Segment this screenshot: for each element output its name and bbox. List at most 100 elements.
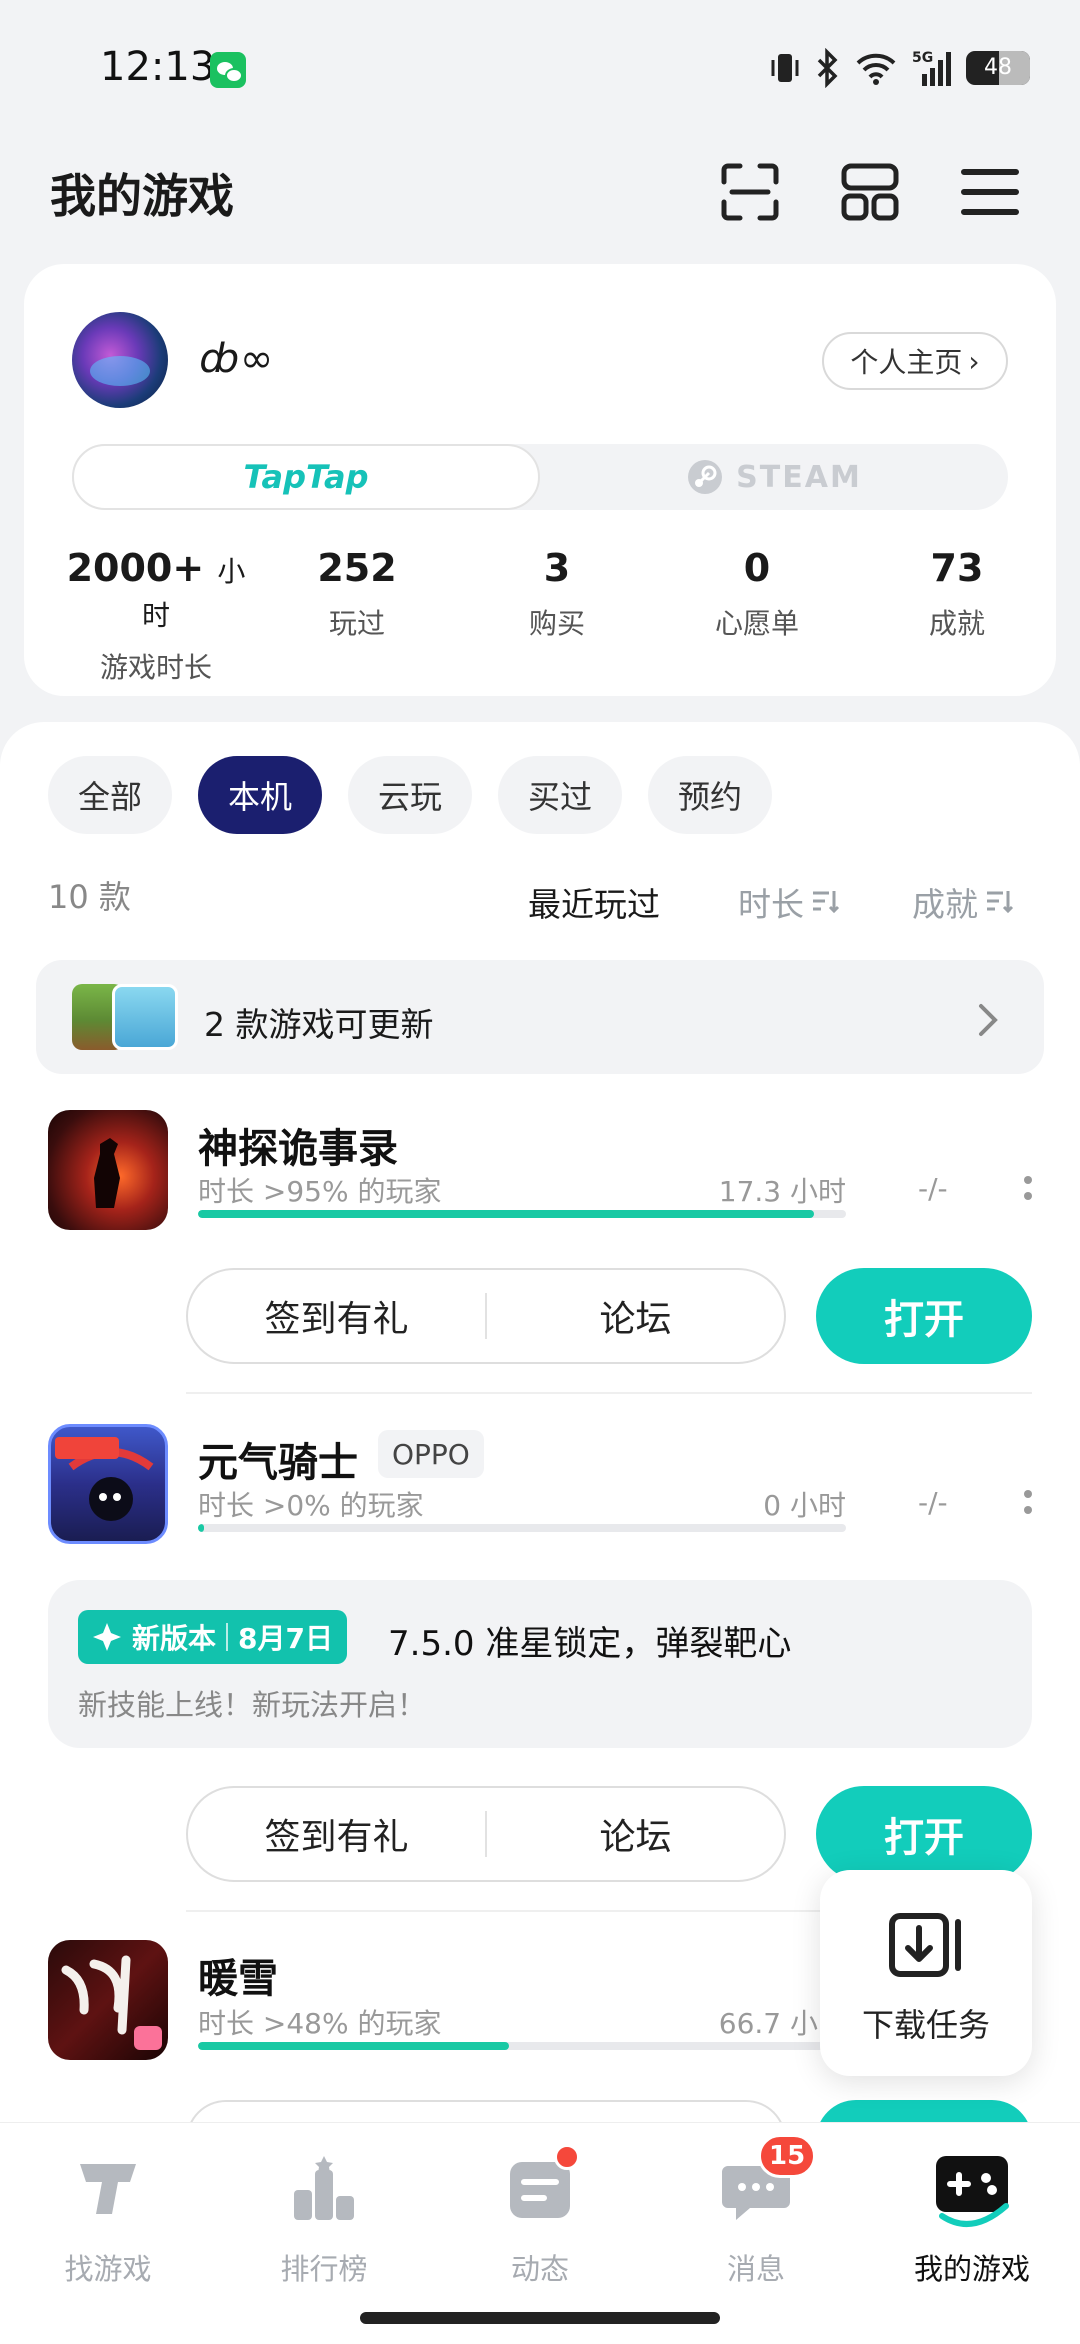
game-playtime-rank: 时长 >0% 的玩家 xyxy=(198,1489,424,1522)
checkin-button[interactable]: 签到有礼 xyxy=(188,1808,485,1860)
stat-value: 0 xyxy=(743,546,771,590)
tab-steam[interactable]: STEAM xyxy=(540,444,1008,510)
sort-duration[interactable]: 时长 xyxy=(738,878,840,926)
nav-my-games[interactable]: 我的游戏 xyxy=(864,2150,1080,2290)
nav-label: 我的游戏 xyxy=(913,2252,1030,2286)
stat-label: 心愿单 xyxy=(714,607,799,640)
nav-label: 排行榜 xyxy=(280,2252,368,2286)
sort-achievement-label: 成就 xyxy=(912,885,978,924)
game-rating: -/- xyxy=(918,1486,948,1519)
stat-label: 购买 xyxy=(528,607,585,640)
filter-local[interactable]: 本机 xyxy=(198,756,323,834)
stat-label: 玩过 xyxy=(328,607,385,640)
battery-icon: 48 xyxy=(966,51,1030,85)
status-icons: 5G 48 xyxy=(770,46,1030,90)
sparkle-icon xyxy=(93,1623,121,1651)
taptap-logo-icon xyxy=(80,2164,136,2214)
detective-figure xyxy=(94,1138,120,1208)
knight-figure xyxy=(55,1437,154,1521)
grid-layout-icon[interactable] xyxy=(838,160,902,224)
game-title[interactable]: 元气骑士 xyxy=(198,1430,358,1488)
filter-cloud[interactable]: 云玩 xyxy=(348,756,473,834)
stat-label: 成就 xyxy=(928,607,985,640)
news-title: 7.5.0 准星锁定，弹裂靶心 xyxy=(388,1624,792,1664)
tab-taptap[interactable]: TapTap xyxy=(72,444,540,510)
filter-all[interactable]: 全部 xyxy=(48,756,173,834)
stat-achievements[interactable]: 73 成就 xyxy=(857,546,1057,642)
game-action-group: 签到有礼 论坛 xyxy=(186,1268,786,1364)
tab-taptap-label: TapTap xyxy=(243,458,369,496)
homepage-label: 个人主页 xyxy=(850,346,963,379)
playtime-progress xyxy=(198,2042,846,2050)
sort-recent[interactable]: 最近玩过 xyxy=(528,878,660,926)
game-playtime-rank: 时长 >48% 的玩家 xyxy=(198,2007,442,2040)
nav-find-games[interactable]: 找游戏 xyxy=(0,2150,216,2290)
scan-icon[interactable] xyxy=(718,160,782,224)
home-indicator[interactable] xyxy=(360,2312,720,2324)
status-time: 12:13 xyxy=(100,44,216,90)
nav-feed[interactable]: 动态 xyxy=(432,2150,648,2290)
stat-value: 2000+ xyxy=(66,546,205,590)
nav-label: 消息 xyxy=(726,2252,785,2286)
sort-achievement[interactable]: 成就 xyxy=(912,878,1014,926)
game-hours: 17.3 小时 xyxy=(718,1175,846,1208)
game-count: 10 款 xyxy=(48,878,131,916)
platform-tag: OPPO xyxy=(378,1430,484,1478)
nav-messages[interactable]: 消息 xyxy=(648,2150,864,2290)
stat-value: 73 xyxy=(930,546,984,590)
stat-value: 3 xyxy=(543,546,571,590)
stat-playtime[interactable]: 2000+ 小时 游戏时长 xyxy=(56,546,256,686)
snow-calligraphy xyxy=(61,1955,162,2050)
stat-wishlist[interactable]: 0 心愿单 xyxy=(657,546,857,642)
news-description: 新技能上线！新玩法开启！ xyxy=(78,1688,427,1722)
battery-level: 48 xyxy=(984,55,1012,80)
nav-label: 找游戏 xyxy=(64,2252,152,2286)
menu-icon[interactable] xyxy=(958,160,1022,224)
stat-label: 游戏时长 xyxy=(99,651,212,684)
game-title[interactable]: 暖雪 xyxy=(198,1946,278,2004)
ranking-icon xyxy=(294,2156,354,2220)
vibrate-icon xyxy=(771,54,799,82)
gamepad-icon xyxy=(936,2156,1009,2227)
divider xyxy=(186,1392,1032,1394)
updates-banner[interactable] xyxy=(36,960,1044,1074)
chevron-right-icon: › xyxy=(968,344,980,378)
tab-steam-label: STEAM xyxy=(736,459,862,495)
signal-5g-icon: 5G xyxy=(912,50,951,86)
game-icon[interactable] xyxy=(48,1110,168,1230)
forum-button[interactable]: 论坛 xyxy=(487,1808,784,1860)
more-options-icon[interactable] xyxy=(1024,1176,1032,1208)
download-icon xyxy=(889,1913,961,1977)
new-version-badge: 新版本 8月7日 xyxy=(78,1610,347,1664)
game-icon[interactable] xyxy=(48,1940,168,2060)
sort-recent-label: 最近玩过 xyxy=(528,885,660,924)
bluetooth-icon xyxy=(817,48,838,88)
homepage-button[interactable]: 个人主页 › xyxy=(822,332,1008,390)
stat-value: 252 xyxy=(317,546,397,590)
checkin-button[interactable]: 签到有礼 xyxy=(188,1290,485,1342)
download-tasks-label: 下载任务 xyxy=(861,2006,990,2044)
game-title[interactable]: 神探诡事录 xyxy=(198,1116,398,1174)
open-game-button[interactable]: 打开 xyxy=(816,1786,1032,1882)
badge-date: 8月7日 xyxy=(238,1622,333,1655)
svg-text:5G: 5G xyxy=(912,50,933,66)
stat-played[interactable]: 252 玩过 xyxy=(257,546,457,642)
username: ȸ∞ xyxy=(200,336,274,382)
avatar[interactable] xyxy=(72,312,168,408)
more-options-icon[interactable] xyxy=(1024,1490,1032,1522)
steam-icon xyxy=(688,460,723,494)
page-title: 我的游戏 xyxy=(50,169,234,223)
sort-icon xyxy=(987,891,1014,914)
open-game-button[interactable]: 打开 xyxy=(816,1268,1032,1364)
game-playtime-rank: 时长 >95% 的玩家 xyxy=(198,1175,442,1208)
message-count-badge: 15 xyxy=(758,2134,817,2178)
feed-notification-dot xyxy=(554,2144,580,2170)
wechat-notification-icon xyxy=(210,52,246,88)
forum-button[interactable]: 论坛 xyxy=(487,1290,784,1342)
badge-label: 新版本 xyxy=(132,1622,217,1655)
filter-reserved[interactable]: 预约 xyxy=(648,756,773,834)
filter-bought[interactable]: 买过 xyxy=(498,756,623,834)
nav-rankings[interactable]: 排行榜 xyxy=(216,2150,432,2290)
game-icon[interactable] xyxy=(48,1424,168,1544)
stat-purchased[interactable]: 3 购买 xyxy=(457,546,657,642)
